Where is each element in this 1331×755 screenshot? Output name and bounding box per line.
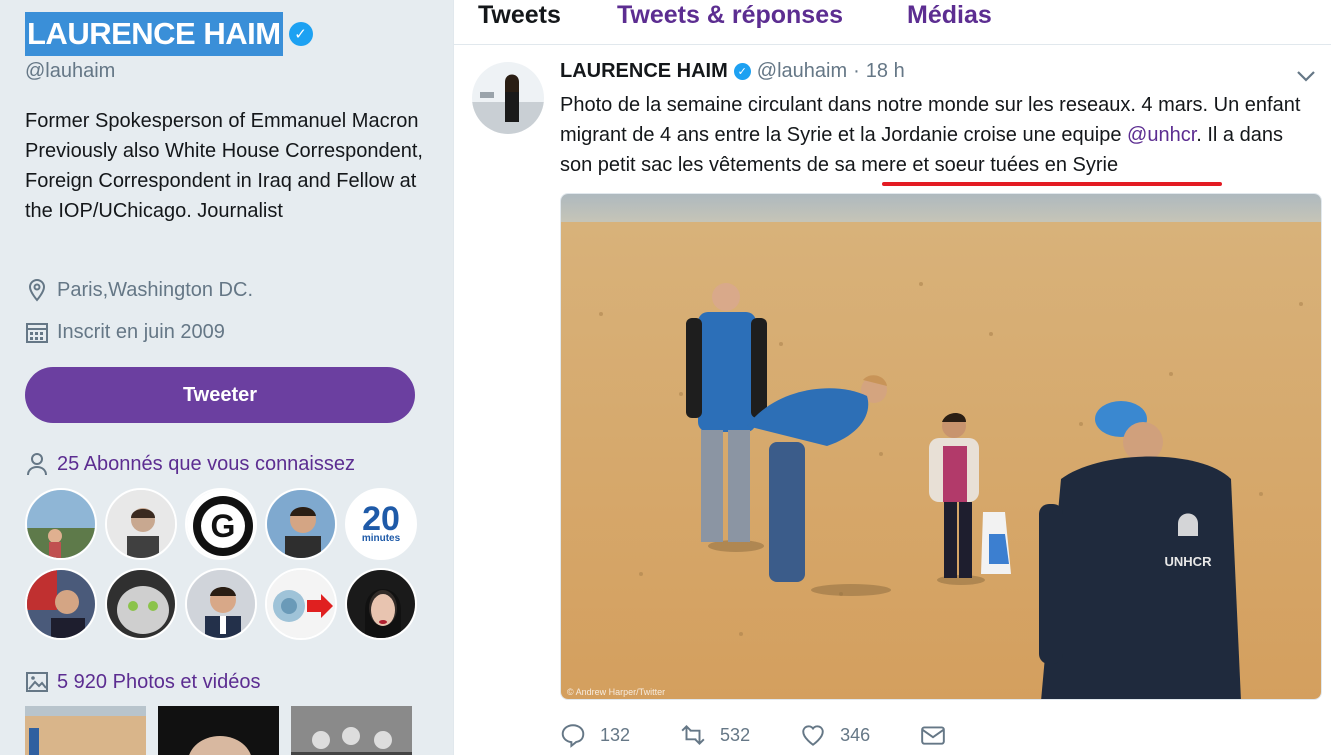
tweet-header: LAURENCE HAIM ✓ @lauhaim · 18 h	[560, 60, 905, 83]
retweet-count: 532	[720, 724, 751, 745]
avatar-20-text: 20	[362, 500, 400, 538]
follower-avatar[interactable]	[345, 568, 417, 640]
joined-row: Inscrit en juin 2009	[25, 320, 225, 344]
like-count: 346	[840, 724, 871, 745]
tweet-separator: ·	[853, 60, 860, 82]
retweet-icon	[681, 724, 705, 746]
location-row: Paris,Washington DC.	[25, 278, 253, 302]
timeline: Tweets Tweets & réponses Médias LAURENCE…	[453, 0, 1331, 755]
vest-logo-text: UNHCR	[1165, 554, 1213, 569]
photos-videos-link[interactable]: 5 920 Photos et vidéos	[25, 670, 260, 694]
tweet-actions: 132 532 346	[560, 722, 996, 748]
follower-avatar[interactable]	[105, 488, 177, 560]
person-icon	[27, 453, 47, 476]
reply-button[interactable]: 132	[560, 722, 630, 748]
tweet-timestamp[interactable]: 18 h	[866, 60, 905, 83]
reply-count: 132	[600, 724, 631, 745]
retweet-button[interactable]: 532	[680, 722, 750, 748]
direct-message-button[interactable]	[920, 722, 946, 748]
tweet[interactable]: LAURENCE HAIM ✓ @lauhaim · 18 h Photo de…	[454, 0, 1331, 748]
follower-avatar[interactable]	[265, 488, 337, 560]
envelope-icon	[921, 726, 945, 745]
tweet-text: Photo de la semaine circulant dans notre…	[560, 90, 1320, 180]
follower-avatar[interactable]	[105, 568, 177, 640]
follower-avatar[interactable]	[185, 568, 257, 640]
follower-avatar[interactable]	[25, 568, 97, 640]
like-button[interactable]: 346	[800, 722, 870, 748]
follower-avatar[interactable]	[265, 568, 337, 640]
page: LAURENCE HAIM ✓ @lauhaim Former Spokespe…	[0, 0, 1331, 755]
profile-joined: Inscrit en juin 2009	[57, 320, 225, 343]
avatar-minutes-text: minutes	[361, 533, 401, 544]
tweet-author-name[interactable]: LAURENCE HAIM	[560, 60, 728, 83]
followers-you-know-label: 25 Abonnés que vous connaissez	[57, 452, 355, 475]
tweeter-button[interactable]: Tweeter	[25, 367, 415, 423]
profile-location: Paris,Washington DC.	[57, 278, 253, 301]
tweet-author-handle[interactable]: @lauhaim	[757, 60, 847, 83]
profile-bio: Former Spokesperson of Emmanuel Macron P…	[25, 110, 423, 222]
svg-text:G: G	[211, 508, 236, 544]
tweet-photo[interactable]: UNHCR © Andrew Harper/Twitter	[560, 193, 1322, 700]
tweet-author-avatar[interactable]	[472, 62, 544, 134]
follower-avatar[interactable]: G	[185, 488, 257, 560]
followers-you-know-link[interactable]: 25 Abonnés que vous connaissez	[25, 452, 355, 476]
verified-badge-icon: ✓	[733, 63, 751, 80]
profile-handle[interactable]: @lauhaim	[25, 60, 115, 83]
media-thumbnail[interactable]	[25, 706, 146, 755]
follower-avatar[interactable]	[25, 488, 97, 560]
media-thumbnail[interactable]	[291, 706, 412, 755]
photo-credit: © Andrew Harper/Twitter	[567, 687, 666, 697]
follower-avatars-grid: G 20 minutes	[25, 488, 425, 640]
follower-avatar-20minutes[interactable]: 20 minutes	[345, 488, 417, 560]
profile-sidebar: LAURENCE HAIM ✓ @lauhaim Former Spokespe…	[0, 0, 440, 755]
calendar-icon	[26, 323, 48, 343]
image-icon	[26, 672, 48, 692]
profile-name-row: LAURENCE HAIM ✓	[25, 12, 313, 56]
desert-photo: UNHCR	[561, 194, 1321, 699]
verified-badge-icon: ✓	[288, 22, 313, 46]
chevron-down-icon[interactable]	[1294, 66, 1318, 86]
media-thumbnail[interactable]	[158, 706, 279, 755]
media-thumbnails	[25, 706, 412, 755]
mention-link[interactable]: @unhcr	[1127, 124, 1196, 146]
profile-name[interactable]: LAURENCE HAIM	[25, 12, 283, 56]
reply-icon	[561, 724, 585, 748]
heart-icon	[802, 725, 824, 746]
photos-videos-label: 5 920 Photos et vidéos	[57, 670, 261, 693]
location-pin-icon	[28, 278, 46, 302]
red-annotation-underline	[882, 182, 1222, 186]
